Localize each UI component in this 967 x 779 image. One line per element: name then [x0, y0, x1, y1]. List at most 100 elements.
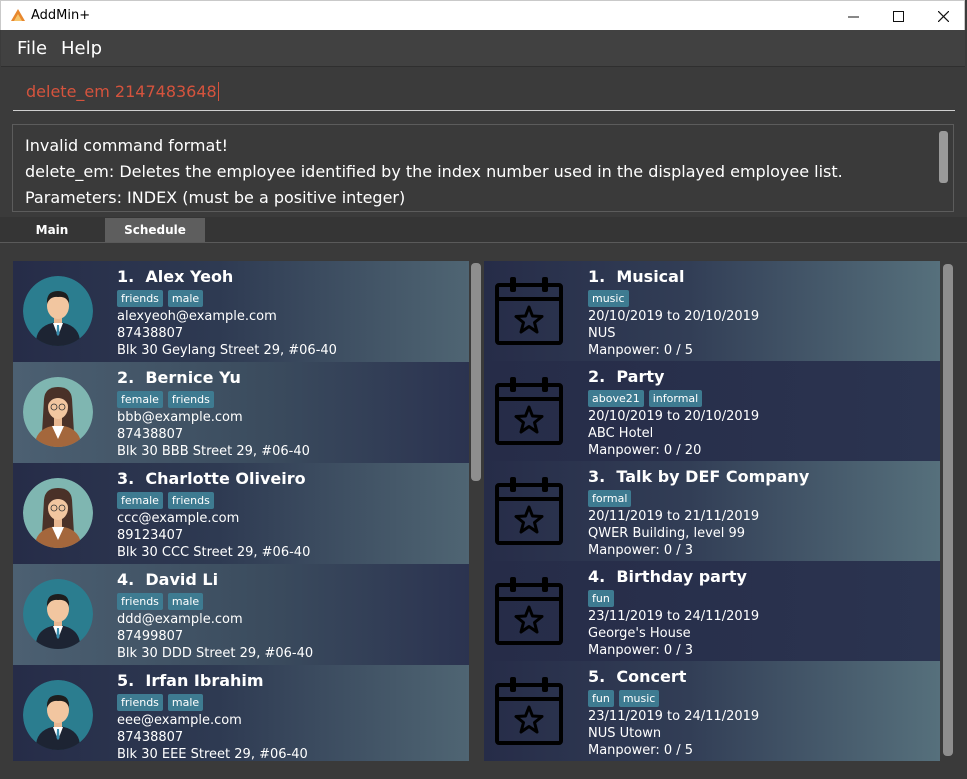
employee-card[interactable]: 2. Bernice Yu female friends bbb@example…: [13, 362, 469, 463]
calendar-star-icon: [495, 577, 563, 645]
minimize-icon: [847, 16, 859, 17]
employee-phone: 89123407: [117, 528, 184, 543]
tag: fun: [588, 690, 614, 707]
avatar-icon: [23, 377, 93, 447]
event-card[interactable]: 2. Party above21 informal 20/10/2019 to …: [484, 361, 940, 462]
event-name: Concert: [616, 667, 687, 686]
calendar-star-icon: [495, 477, 563, 545]
employee-phone: 87438807: [117, 427, 184, 442]
tag: informal: [648, 390, 703, 407]
maximize-button[interactable]: [875, 1, 921, 31]
employee-list: 1. Alex Yeoh friends male alexyeoh@examp…: [13, 261, 469, 761]
menu-help[interactable]: Help: [61, 38, 102, 59]
employee-name: Charlotte Oliveiro: [145, 469, 306, 488]
tab-main[interactable]: Main: [0, 218, 104, 242]
employee-email: ccc@example.com: [117, 511, 240, 526]
employee-name: Irfan Ibrahim: [145, 671, 264, 690]
app-logo-icon: [11, 9, 25, 21]
event-manpower: Manpower: 0 / 5: [588, 743, 694, 758]
employee-card[interactable]: 1. Alex Yeoh friends male alexyeoh@examp…: [13, 261, 469, 362]
event-index: 4.: [588, 567, 606, 586]
employee-address: Blk 30 CCC Street 29, #06-40: [117, 545, 311, 560]
event-name: Talk by DEF Company: [616, 467, 810, 486]
event-manpower: Manpower: 0 / 20: [588, 443, 702, 458]
employee-phone: 87499807: [117, 629, 184, 644]
tag: male: [167, 694, 204, 711]
tag: music: [588, 290, 629, 307]
event-index: 2.: [588, 367, 606, 386]
calendar-star-icon: [495, 377, 563, 445]
event-name: Birthday party: [616, 567, 747, 586]
employee-email: eee@example.com: [117, 713, 242, 728]
employee-address: Blk 30 BBB Street 29, #06-40: [117, 444, 310, 459]
employee-phone: 87438807: [117, 730, 184, 745]
tag: friends: [167, 391, 214, 408]
event-dates: 20/11/2019 to 21/11/2019: [588, 509, 760, 524]
tag: music: [618, 690, 660, 707]
event-venue: NUS: [588, 326, 616, 341]
calendar-star-icon: [495, 677, 563, 745]
employee-index: 3.: [117, 469, 135, 488]
tag: female: [117, 391, 163, 408]
employee-email: ddd@example.com: [117, 612, 243, 627]
result-line: Parameters: INDEX (must be a positive in…: [25, 188, 406, 207]
employee-name: Alex Yeoh: [145, 267, 234, 286]
event-manpower: Manpower: 0 / 3: [588, 643, 694, 658]
avatar-icon: [23, 478, 93, 548]
event-list-scrollbar[interactable]: [943, 264, 953, 756]
tag: above21: [588, 390, 644, 407]
tab-schedule[interactable]: Schedule: [105, 218, 205, 242]
employee-index: 4.: [117, 570, 135, 589]
minimize-button[interactable]: [830, 1, 876, 31]
employee-address: Blk 30 Geylang Street 29, #06-40: [117, 343, 337, 358]
event-list: 1. Musical music 20/10/2019 to 20/10/201…: [484, 261, 940, 761]
employee-card[interactable]: 5. Irfan Ibrahim friends male eee@exampl…: [13, 665, 469, 761]
event-index: 3.: [588, 467, 606, 486]
employee-address: Blk 30 EEE Street 29, #06-40: [117, 747, 308, 761]
event-manpower: Manpower: 0 / 5: [588, 343, 694, 358]
tag: formal: [588, 490, 632, 507]
employee-index: 1.: [117, 267, 135, 286]
avatar-icon: [23, 276, 93, 346]
event-card[interactable]: 4. Birthday party fun 23/11/2019 to 24/1…: [484, 561, 940, 662]
avatar-icon: [23, 579, 93, 649]
result-scrollbar[interactable]: [939, 131, 948, 183]
close-button[interactable]: [920, 1, 966, 31]
employee-card[interactable]: 4. David Li friends male ddd@example.com…: [13, 564, 469, 665]
event-dates: 23/11/2019 to 24/11/2019: [588, 609, 760, 624]
menu-file[interactable]: File: [17, 38, 47, 59]
event-index: 5.: [588, 667, 606, 686]
employee-name: David Li: [145, 570, 219, 589]
avatar-icon: [23, 680, 93, 750]
event-venue: QWER Building, level 99: [588, 526, 746, 541]
event-dates: 20/10/2019 to 20/10/2019: [588, 409, 760, 424]
tag: friends: [117, 290, 163, 307]
result-display[interactable]: Invalid command format! delete_em: Delet…: [12, 124, 954, 212]
event-card[interactable]: 3. Talk by DEF Company formal 20/11/2019…: [484, 461, 940, 562]
tab-bar: Main Schedule: [0, 217, 967, 242]
tag: fun: [588, 590, 614, 607]
command-input[interactable]: delete_em 2147483648: [13, 77, 955, 111]
event-card[interactable]: 1. Musical music 20/10/2019 to 20/10/201…: [484, 261, 940, 362]
employee-index: 2.: [117, 368, 135, 387]
event-venue: George's House: [588, 626, 691, 641]
calendar-star-icon: [495, 277, 563, 345]
employee-list-scrollbar[interactable]: [471, 263, 481, 481]
employee-card[interactable]: 3. Charlotte Oliveiro female friends ccc…: [13, 463, 469, 564]
tag: female: [117, 492, 163, 509]
menu-bar: File Help: [1, 30, 965, 67]
text-caret: [217, 82, 219, 101]
result-line: delete_em: Deletes the employee identifi…: [25, 162, 843, 181]
event-card[interactable]: 5. Concert fun music 23/11/2019 to 24/11…: [484, 661, 940, 761]
event-dates: 20/10/2019 to 20/10/2019: [588, 309, 760, 324]
title-bar: AddMin+: [0, 0, 965, 30]
event-dates: 23/11/2019 to 24/11/2019: [588, 709, 760, 724]
event-index: 1.: [588, 267, 606, 286]
employee-index: 5.: [117, 671, 135, 690]
close-icon: [937, 10, 949, 22]
maximize-icon: [892, 10, 904, 22]
event-name: Musical: [616, 267, 685, 286]
result-line: Invalid command format!: [25, 136, 229, 155]
event-manpower: Manpower: 0 / 3: [588, 543, 694, 558]
tag: male: [167, 593, 204, 610]
